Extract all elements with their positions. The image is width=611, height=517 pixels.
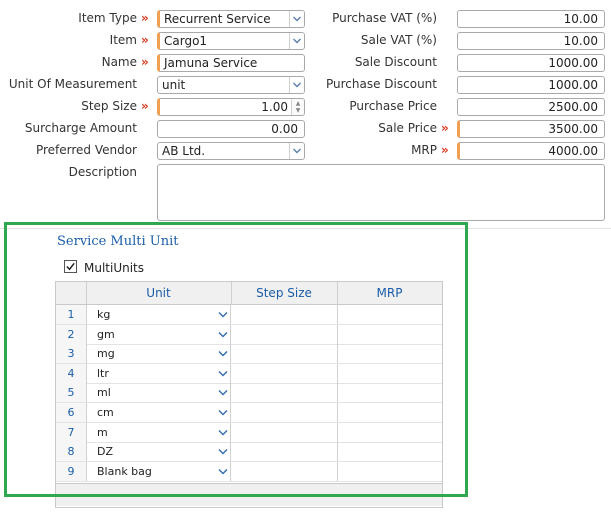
step-size-stepper[interactable]: 1.00 ▲ ▼ <box>157 98 305 116</box>
sale-vat-input[interactable]: 10.00 <box>457 32 605 50</box>
purchase-price-value: 2500.00 <box>548 100 598 114</box>
sale-price-label: Sale Price <box>378 121 437 135</box>
item-type-value: Recurrent Service <box>164 12 271 26</box>
description-textarea[interactable] <box>157 164 605 221</box>
item-label: Item <box>109 33 137 47</box>
vendor-label: Preferred Vendor <box>35 143 137 157</box>
required-marker: » <box>441 143 449 157</box>
mrp-input[interactable]: 4000.00 <box>457 142 605 160</box>
mrp-value: 4000.00 <box>548 144 598 158</box>
sale-price-value: 3500.00 <box>548 122 598 136</box>
sale-price-input[interactable]: 3500.00 <box>457 120 605 138</box>
sale-vat-value: 10.00 <box>563 34 598 48</box>
sale-discount-label: Sale Discount <box>354 55 437 69</box>
item-type-select[interactable]: Recurrent Service <box>157 10 305 28</box>
purchase-vat-value: 10.00 <box>563 12 598 26</box>
item-type-label: Item Type <box>78 11 137 25</box>
name-input[interactable]: Jamuna Service <box>157 54 305 72</box>
vendor-select[interactable]: AB Ltd. <box>157 142 305 160</box>
step-size-label: Step Size <box>81 99 137 113</box>
purchase-price-label: Purchase Price <box>349 99 437 113</box>
mrp-label: MRP <box>411 143 437 157</box>
description-label: Description <box>68 165 137 179</box>
uom-label: Unit Of Measurement <box>8 77 137 91</box>
highlight-box <box>4 222 468 497</box>
required-marker: » <box>141 11 149 25</box>
required-marker: » <box>441 121 449 135</box>
surcharge-value: 0.00 <box>271 122 298 136</box>
purchase-discount-input[interactable]: 1000.00 <box>457 76 605 94</box>
item-select[interactable]: Cargo1 <box>157 32 305 50</box>
surcharge-label: Surcharge Amount <box>24 121 137 135</box>
purchase-price-input[interactable]: 2500.00 <box>457 98 605 116</box>
purchase-vat-label: Purchase VAT (%) <box>332 11 437 25</box>
sale-vat-label: Sale VAT (%) <box>360 33 437 47</box>
required-marker: » <box>141 33 149 47</box>
required-marker: » <box>141 99 149 113</box>
sale-discount-value: 1000.00 <box>548 56 598 70</box>
item-value: Cargo1 <box>164 34 208 48</box>
required-marker: » <box>141 55 149 69</box>
uom-value: unit <box>162 78 186 92</box>
sale-discount-input[interactable]: 1000.00 <box>457 54 605 72</box>
purchase-discount-label: Purchase Discount <box>326 77 437 91</box>
purchase-discount-value: 1000.00 <box>548 78 598 92</box>
vendor-value: AB Ltd. <box>162 144 206 158</box>
surcharge-input[interactable]: 0.00 <box>157 120 305 138</box>
name-label: Name <box>101 55 137 69</box>
purchase-vat-input[interactable]: 10.00 <box>457 10 605 28</box>
uom-select[interactable]: unit <box>157 76 305 94</box>
name-value: Jamuna Service <box>164 56 258 70</box>
step-size-value: 1.00 <box>261 100 288 114</box>
